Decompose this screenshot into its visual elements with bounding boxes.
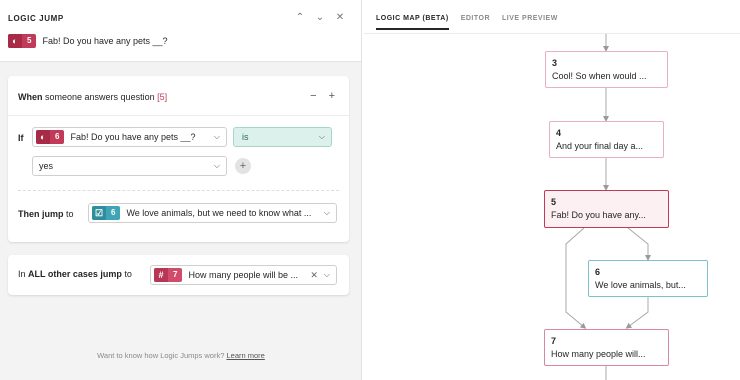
connector bbox=[565, 227, 587, 329]
map-node-5[interactable]: 5 Fab! Do you have any... bbox=[544, 190, 669, 228]
node-text: Cool! So when would ... bbox=[552, 71, 647, 81]
node-number: 7 bbox=[551, 336, 557, 346]
node-text: We love animals, but... bbox=[595, 280, 686, 290]
node-text: Fab! Do you have any... bbox=[551, 210, 646, 220]
node-number: 3 bbox=[552, 58, 558, 68]
map-node-7[interactable]: 7 How many people will... bbox=[544, 329, 669, 366]
node-text: How many people will... bbox=[551, 349, 646, 359]
map-node-4[interactable]: 4 And your final day a... bbox=[549, 121, 664, 158]
node-text: And your final day a... bbox=[556, 141, 644, 151]
node-number: 4 bbox=[556, 128, 562, 138]
connector bbox=[627, 227, 651, 261]
node-number: 5 bbox=[551, 197, 557, 207]
map-node-6[interactable]: 6 We love animals, but... bbox=[588, 260, 708, 297]
node-number: 6 bbox=[595, 267, 601, 277]
connector bbox=[625, 297, 649, 329]
map-node-3[interactable]: 3 Cool! So when would ... bbox=[545, 51, 668, 88]
